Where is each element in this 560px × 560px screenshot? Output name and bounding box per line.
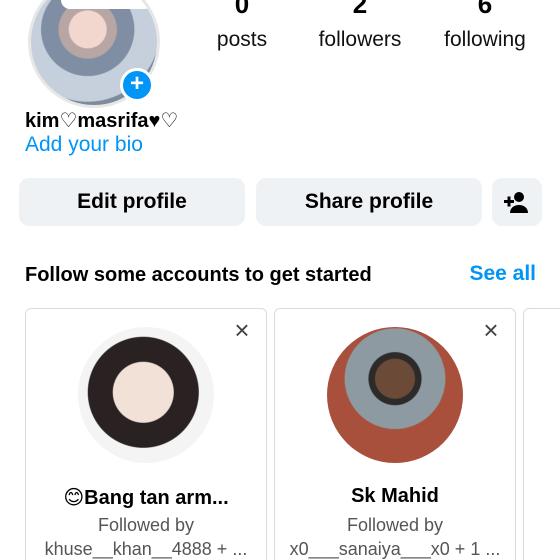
see-all-link[interactable]: See all: [469, 262, 536, 286]
close-icon[interactable]: ×: [230, 317, 254, 343]
suggested-user-avatar[interactable]: [327, 327, 463, 463]
followers-count: 2: [352, 0, 368, 19]
posts-count: 0: [234, 0, 250, 19]
person-add-icon: [504, 192, 528, 213]
suggested-user-name[interactable]: 😊Bang tan arm...: [26, 485, 266, 510]
following-label: following: [444, 28, 526, 51]
following-stat[interactable]: 6 following: [430, 0, 540, 52]
suggestion-card[interactable]: × Sk Mahid Followed by x0___sanaiya___x0…: [274, 308, 516, 560]
posts-label: posts: [216, 28, 268, 51]
followed-by-label: Followed by: [346, 515, 444, 535]
profile-username: kim♡masrifa♥♡: [25, 110, 179, 132]
profile-avatar-container[interactable]: +: [28, 0, 160, 108]
suggested-user-name[interactable]: Sk Mahid: [275, 485, 515, 508]
suggested-user-avatar[interactable]: [78, 327, 214, 463]
suggestions-heading: Follow some accounts to get started: [25, 264, 372, 286]
suggestion-card-partial[interactable]: [523, 308, 560, 560]
followers-label: followers: [318, 28, 402, 51]
posts-stat[interactable]: 0 posts: [200, 0, 284, 52]
add-bio-link[interactable]: Add your bio: [25, 133, 143, 157]
following-count: 6: [477, 0, 493, 19]
followed-by-users: khuse__khan__4888 + ...: [44, 539, 248, 559]
followed-by-label: Followed by: [97, 515, 195, 535]
profile-screen: + 0 posts 2 followers 6 following kim♡ma…: [0, 0, 560, 560]
note-bubble[interactable]: [61, 0, 153, 9]
profile-stats: 0 posts 2 followers 6 following: [200, 0, 540, 52]
add-story-plus-icon[interactable]: +: [120, 68, 154, 102]
suggestion-card[interactable]: × 😊Bang tan arm... Followed by khuse__kh…: [25, 308, 267, 560]
share-profile-button[interactable]: Share profile: [256, 178, 482, 226]
edit-profile-button[interactable]: Edit profile: [19, 178, 245, 226]
followed-by-users: x0___sanaiya___x0 + 1 ...: [289, 539, 501, 559]
discover-people-button[interactable]: [492, 178, 542, 226]
close-icon[interactable]: ×: [479, 317, 503, 343]
followers-stat[interactable]: 2 followers: [312, 0, 408, 52]
